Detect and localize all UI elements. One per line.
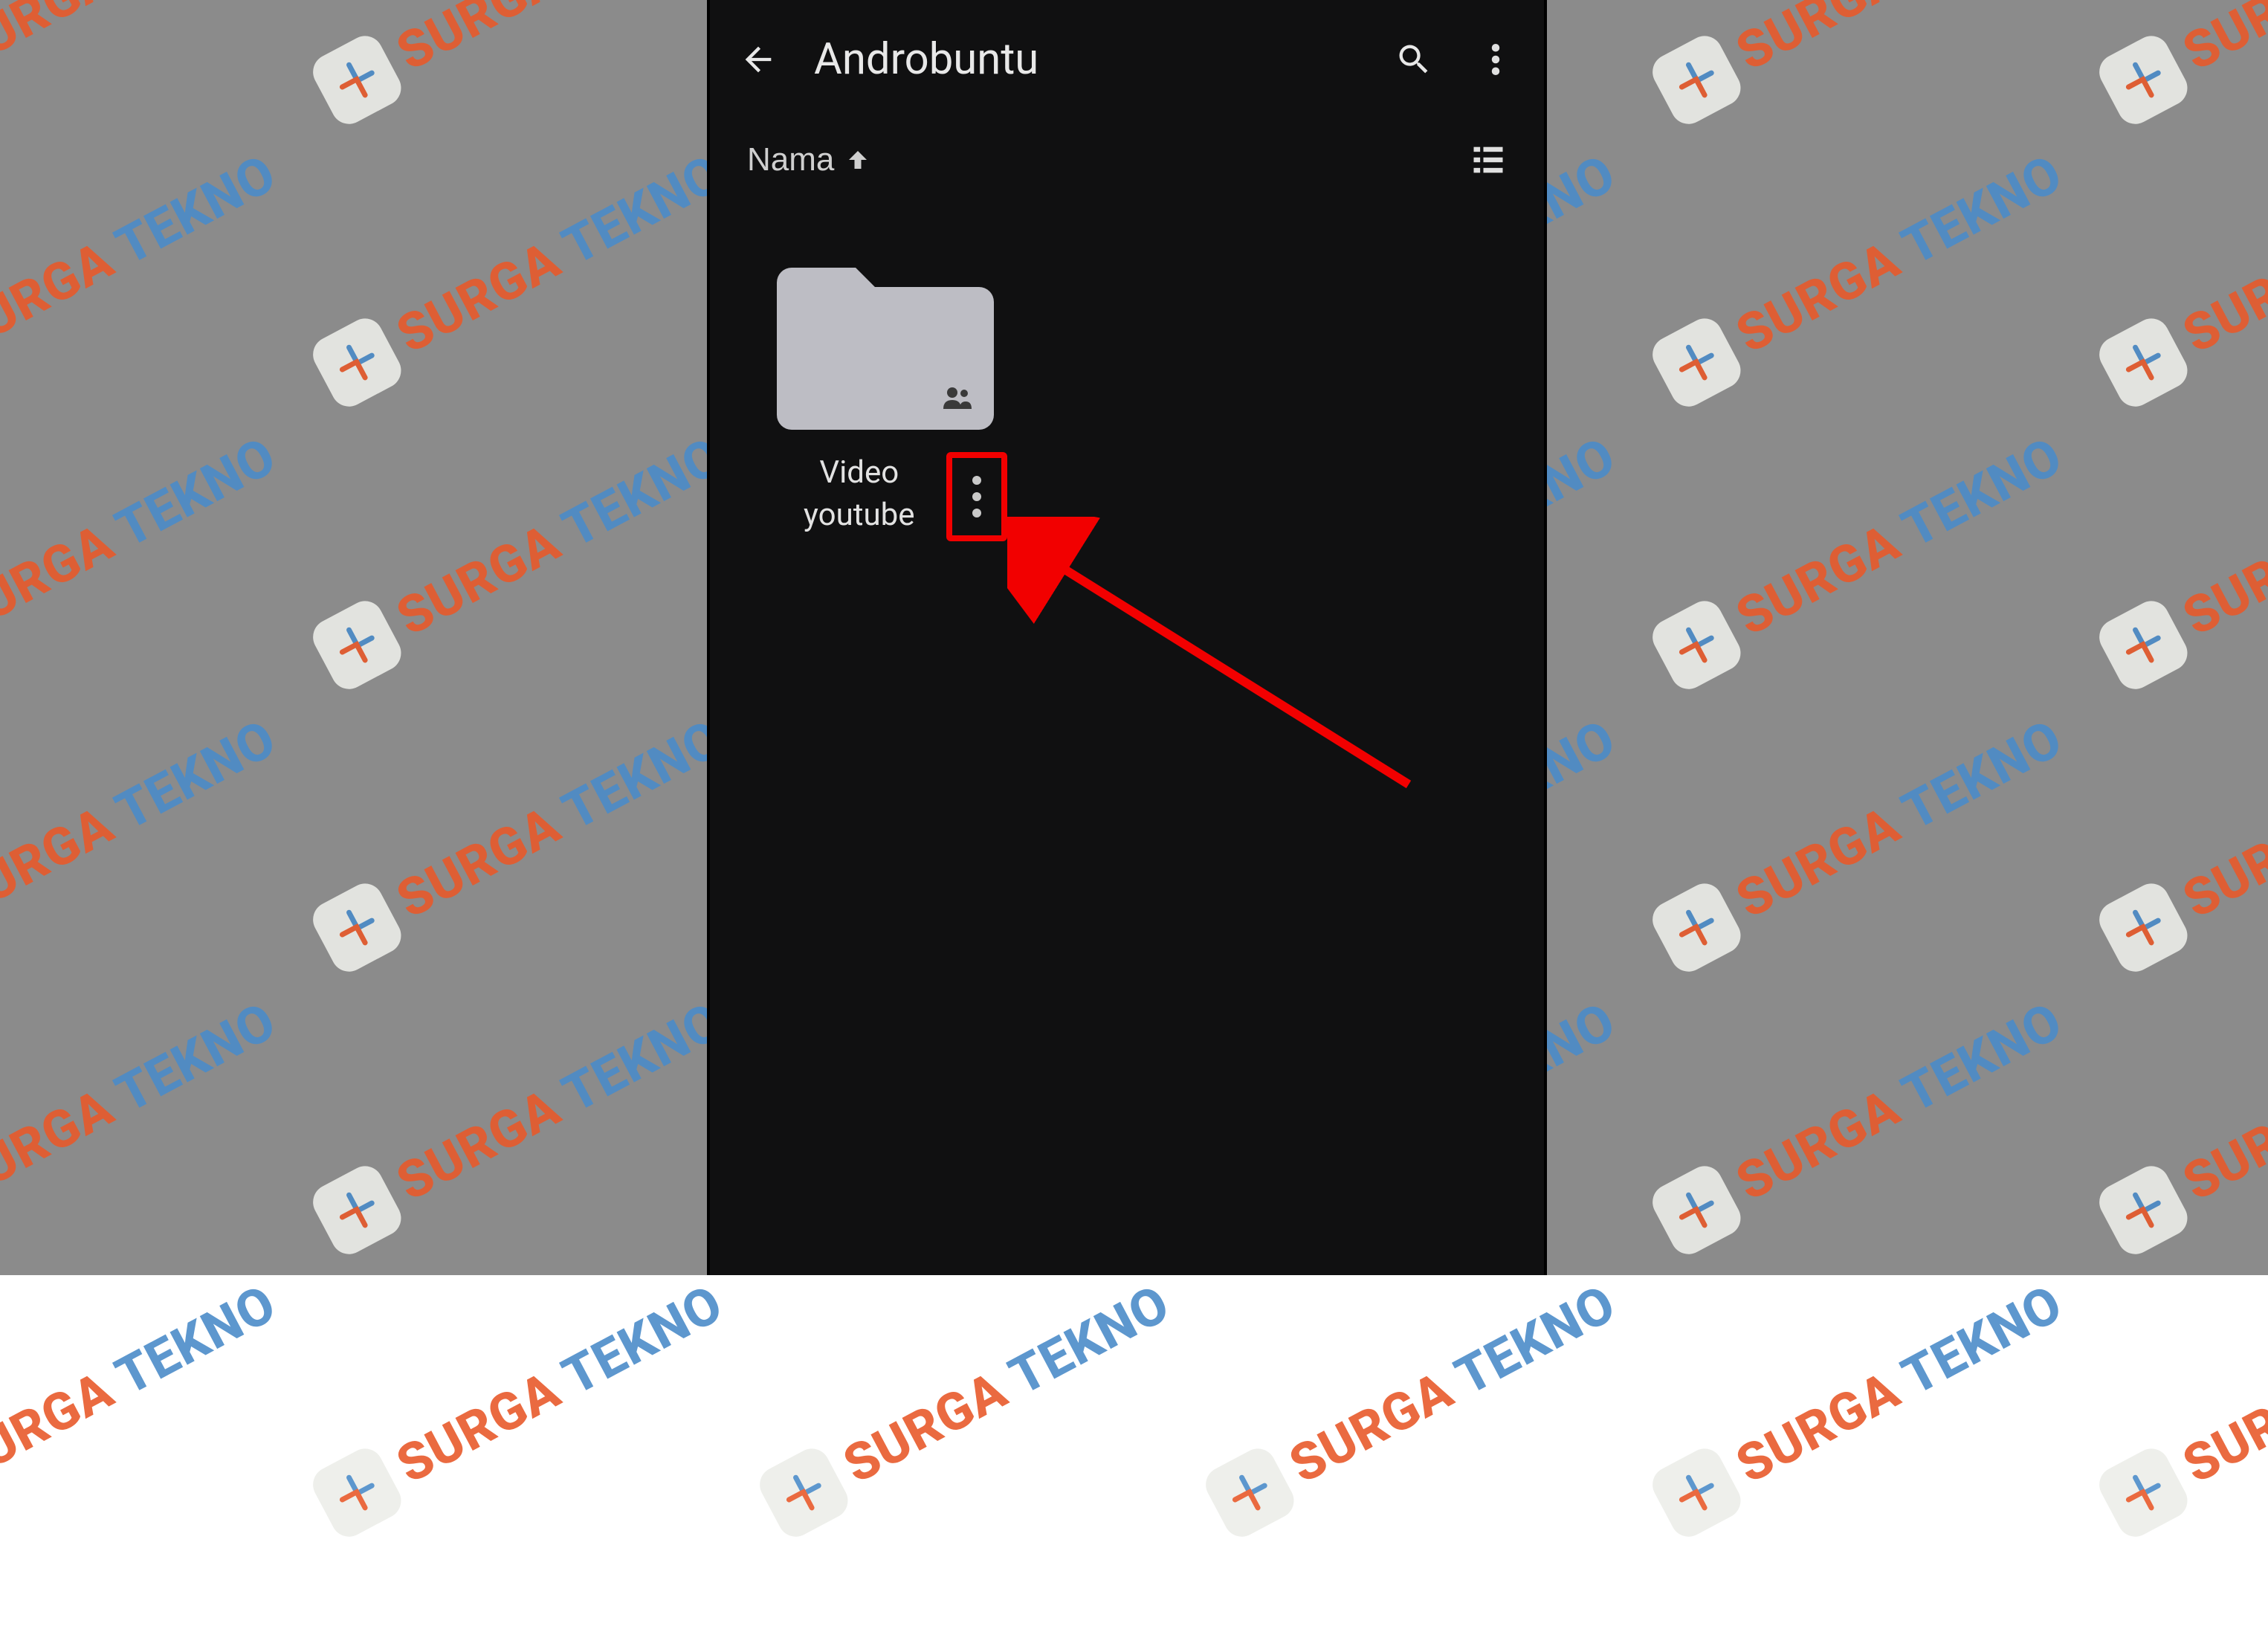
watermark-item: SURGA TEKNO [2044,0,2268,222]
watermark-item: SURGA TEKNO [0,45,338,505]
watermark-item: SURGA TEKNO [258,328,785,787]
watermark-text: SURGA TEKNO [1727,709,2072,931]
watermark-item: SURGA TEKNO [0,610,338,1070]
sort-label-text: Nama [747,141,834,178]
watermark-text: SURGA TEKNO [0,0,286,83]
watermark-item: SURGA TEKNO [0,1176,338,1635]
watermark-text: SURGA TEKNO [2174,0,2268,83]
item-more-button[interactable] [946,452,1007,541]
watermark-item: SURGA TEKNO [1597,610,2125,1070]
watermark-text: SURGA TEKNO [0,426,286,648]
watermark-logo-icon [307,30,407,130]
watermark-text: SURGA TEKNO [1727,143,2072,366]
watermark-logo-icon [307,877,407,978]
watermark-logo-icon [1647,30,1747,130]
watermark-item: SURGA TEKNO [2044,328,2268,787]
content-area: Video youtube [710,201,1544,556]
watermark-item: SURGA TEKNO [2044,1176,2268,1635]
watermark-text: SURGA TEKNO [387,0,733,83]
phone-screen: Androbuntu Nama [707,0,1547,1275]
watermark-logo-icon [307,1160,407,1260]
watermark-logo-icon [307,1442,407,1543]
watermark-logo-icon [2093,1442,2194,1543]
watermark-text: SURGA TEKNO [1727,1274,2072,1496]
watermark-text: SURGA TEKNO [387,709,733,931]
watermark-logo-icon [2093,1160,2194,1260]
watermark-text: SURGA TEKNO [0,1274,286,1496]
watermark-text: SURGA TEKNO [2174,709,2268,931]
watermark-item: SURGA TEKNO [1597,328,2125,787]
back-button[interactable] [732,33,784,86]
arrow-left-icon [739,40,778,79]
watermark-text: SURGA TEKNO [387,143,733,366]
watermark-text: SURGA TEKNO [387,426,733,648]
watermark-item: SURGA TEKNO [1597,45,2125,505]
folder-name: Video youtube [777,452,942,536]
watermark-logo-icon [753,1442,853,1543]
watermark-logo-icon [307,312,407,413]
search-icon [1395,40,1433,79]
watermark-logo-icon [2093,30,2194,130]
arrow-up-icon [844,146,871,173]
watermark-text: SURGA TEKNO [2174,426,2268,648]
watermark-item: SURGA TEKNO [1597,893,2125,1352]
watermark-text: SURGA TEKNO [0,709,286,931]
watermark-text: SURGA TEKNO [0,143,286,366]
watermark-text: SURGA TEKNO [2174,143,2268,366]
watermark-logo-icon [2093,312,2194,413]
appbar-more-button[interactable] [1470,33,1522,86]
sort-bar: Nama [710,119,1544,201]
folder-icon [777,260,994,430]
watermark-item: SURGA TEKNO [1597,1176,2125,1635]
annotation-arrow [1007,517,1431,799]
folder-item[interactable]: Video youtube [777,260,1007,541]
watermark-logo-icon [1647,1442,1747,1543]
watermark-text: SURGA TEKNO [0,991,286,1213]
folder-label-row: Video youtube [777,452,1007,541]
watermark-item: SURGA TEKNO [258,0,785,222]
watermark-item: SURGA TEKNO [2044,45,2268,505]
watermark-text: SURGA TEKNO [1727,0,2072,83]
watermark-logo-icon [1647,595,1747,695]
watermark-item: SURGA TEKNO [258,610,785,1070]
watermark-text: SURGA TEKNO [834,1274,1180,1496]
watermark-item: SURGA TEKNO [2044,893,2268,1352]
watermark-text: SURGA TEKNO [387,991,733,1213]
watermark-item: SURGA TEKNO [0,328,338,787]
watermark-logo-icon [2093,877,2194,978]
watermark-item: SURGA TEKNO [2044,610,2268,1070]
more-vertical-icon [1491,44,1500,75]
watermark-text: SURGA TEKNO [2174,991,2268,1213]
watermark-item: SURGA TEKNO [258,893,785,1352]
watermark-item: SURGA TEKNO [0,893,338,1352]
watermark-text: SURGA TEKNO [387,1274,733,1496]
watermark-logo-icon [1200,1442,1300,1543]
watermark-item: SURGA TEKNO [258,1176,785,1635]
shared-icon [942,387,973,412]
watermark-logo-icon [1647,1160,1747,1260]
sort-button[interactable]: Nama [747,141,871,178]
watermark-text: SURGA TEKNO [1281,1274,1626,1496]
app-bar: Androbuntu [710,0,1544,119]
watermark-logo-icon [307,595,407,695]
watermark-logo-icon [2093,595,2194,695]
watermark-logo-icon [1647,312,1747,413]
more-vertical-icon [972,476,981,517]
watermark-item: SURGA TEKNO [1597,0,2125,222]
watermark-item: SURGA TEKNO [258,45,785,505]
view-toggle-button[interactable] [1462,134,1514,186]
watermark-text: SURGA TEKNO [2174,1274,2268,1496]
watermark-text: SURGA TEKNO [1727,991,2072,1213]
appbar-title: Androbuntu [814,34,1358,85]
watermark-text: SURGA TEKNO [1727,426,2072,648]
search-button[interactable] [1388,33,1440,86]
watermark-logo-icon [1647,877,1747,978]
list-view-icon [1469,141,1508,179]
watermark-item: SURGA TEKNO [0,0,338,222]
